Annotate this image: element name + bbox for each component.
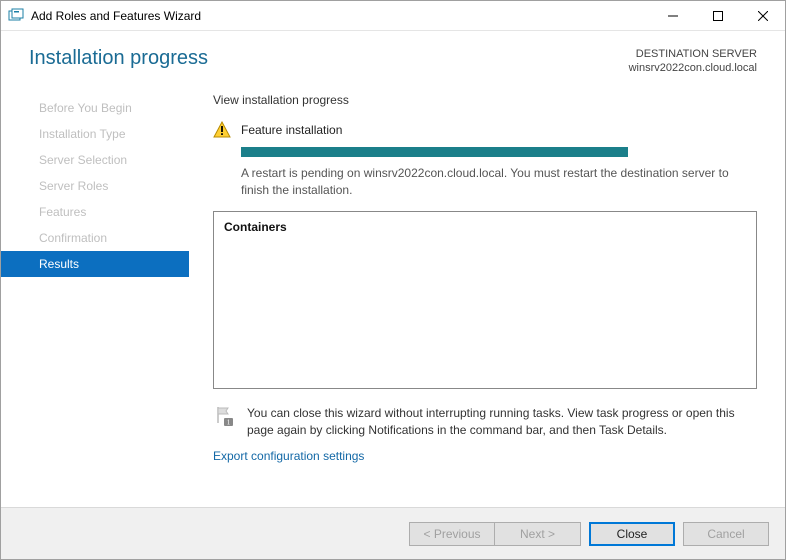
destination-server-name: winsrv2022con.cloud.local [629, 61, 757, 75]
window-controls [650, 1, 785, 30]
minimize-button[interactable] [650, 1, 695, 30]
flag-icon: 1 [213, 405, 235, 427]
section-title: View installation progress [213, 93, 757, 107]
info-text: You can close this wizard without interr… [247, 405, 757, 439]
app-icon [7, 7, 25, 25]
nav-before-you-begin: Before You Begin [1, 95, 189, 121]
nav-results[interactable]: Results [1, 251, 189, 277]
install-status-row: Feature installation [213, 121, 757, 139]
nav-server-roles: Server Roles [1, 173, 189, 199]
wizard-nav: Before You Begin Installation Type Serve… [1, 85, 189, 507]
progress-fill [241, 147, 628, 157]
content-pane: View installation progress Feature insta… [189, 85, 785, 507]
nav-server-selection: Server Selection [1, 147, 189, 173]
page-title: Installation progress [29, 47, 208, 70]
status-text: A restart is pending on winsrv2022con.cl… [241, 165, 757, 199]
footer: < Previous Next > Close Cancel [1, 507, 785, 559]
nav-confirmation: Confirmation [1, 225, 189, 251]
warning-icon [213, 121, 231, 139]
cancel-button: Cancel [683, 522, 769, 546]
next-button: Next > [495, 522, 581, 546]
wizard-window: Add Roles and Features Wizard Installati… [0, 0, 786, 560]
body: Before You Begin Installation Type Serve… [1, 85, 785, 507]
maximize-button[interactable] [695, 1, 740, 30]
svg-text:1: 1 [227, 419, 231, 427]
nav-installation-type: Installation Type [1, 121, 189, 147]
nav-button-group: < Previous Next > [409, 522, 581, 546]
previous-button: < Previous [409, 522, 495, 546]
window-title: Add Roles and Features Wizard [31, 9, 650, 23]
header: Installation progress DESTINATION SERVER… [1, 31, 785, 85]
feature-item: Containers [224, 220, 746, 234]
install-label: Feature installation [241, 123, 342, 137]
close-button[interactable]: Close [589, 522, 675, 546]
progress-bar [241, 147, 757, 157]
export-config-link[interactable]: Export configuration settings [213, 449, 757, 463]
nav-features: Features [1, 199, 189, 225]
close-window-button[interactable] [740, 1, 785, 30]
titlebar: Add Roles and Features Wizard [1, 1, 785, 31]
info-row: 1 You can close this wizard without inte… [213, 405, 757, 439]
destination-server-block: DESTINATION SERVER winsrv2022con.cloud.l… [629, 47, 757, 75]
features-listbox[interactable]: Containers [213, 211, 757, 389]
destination-label: DESTINATION SERVER [629, 47, 757, 61]
